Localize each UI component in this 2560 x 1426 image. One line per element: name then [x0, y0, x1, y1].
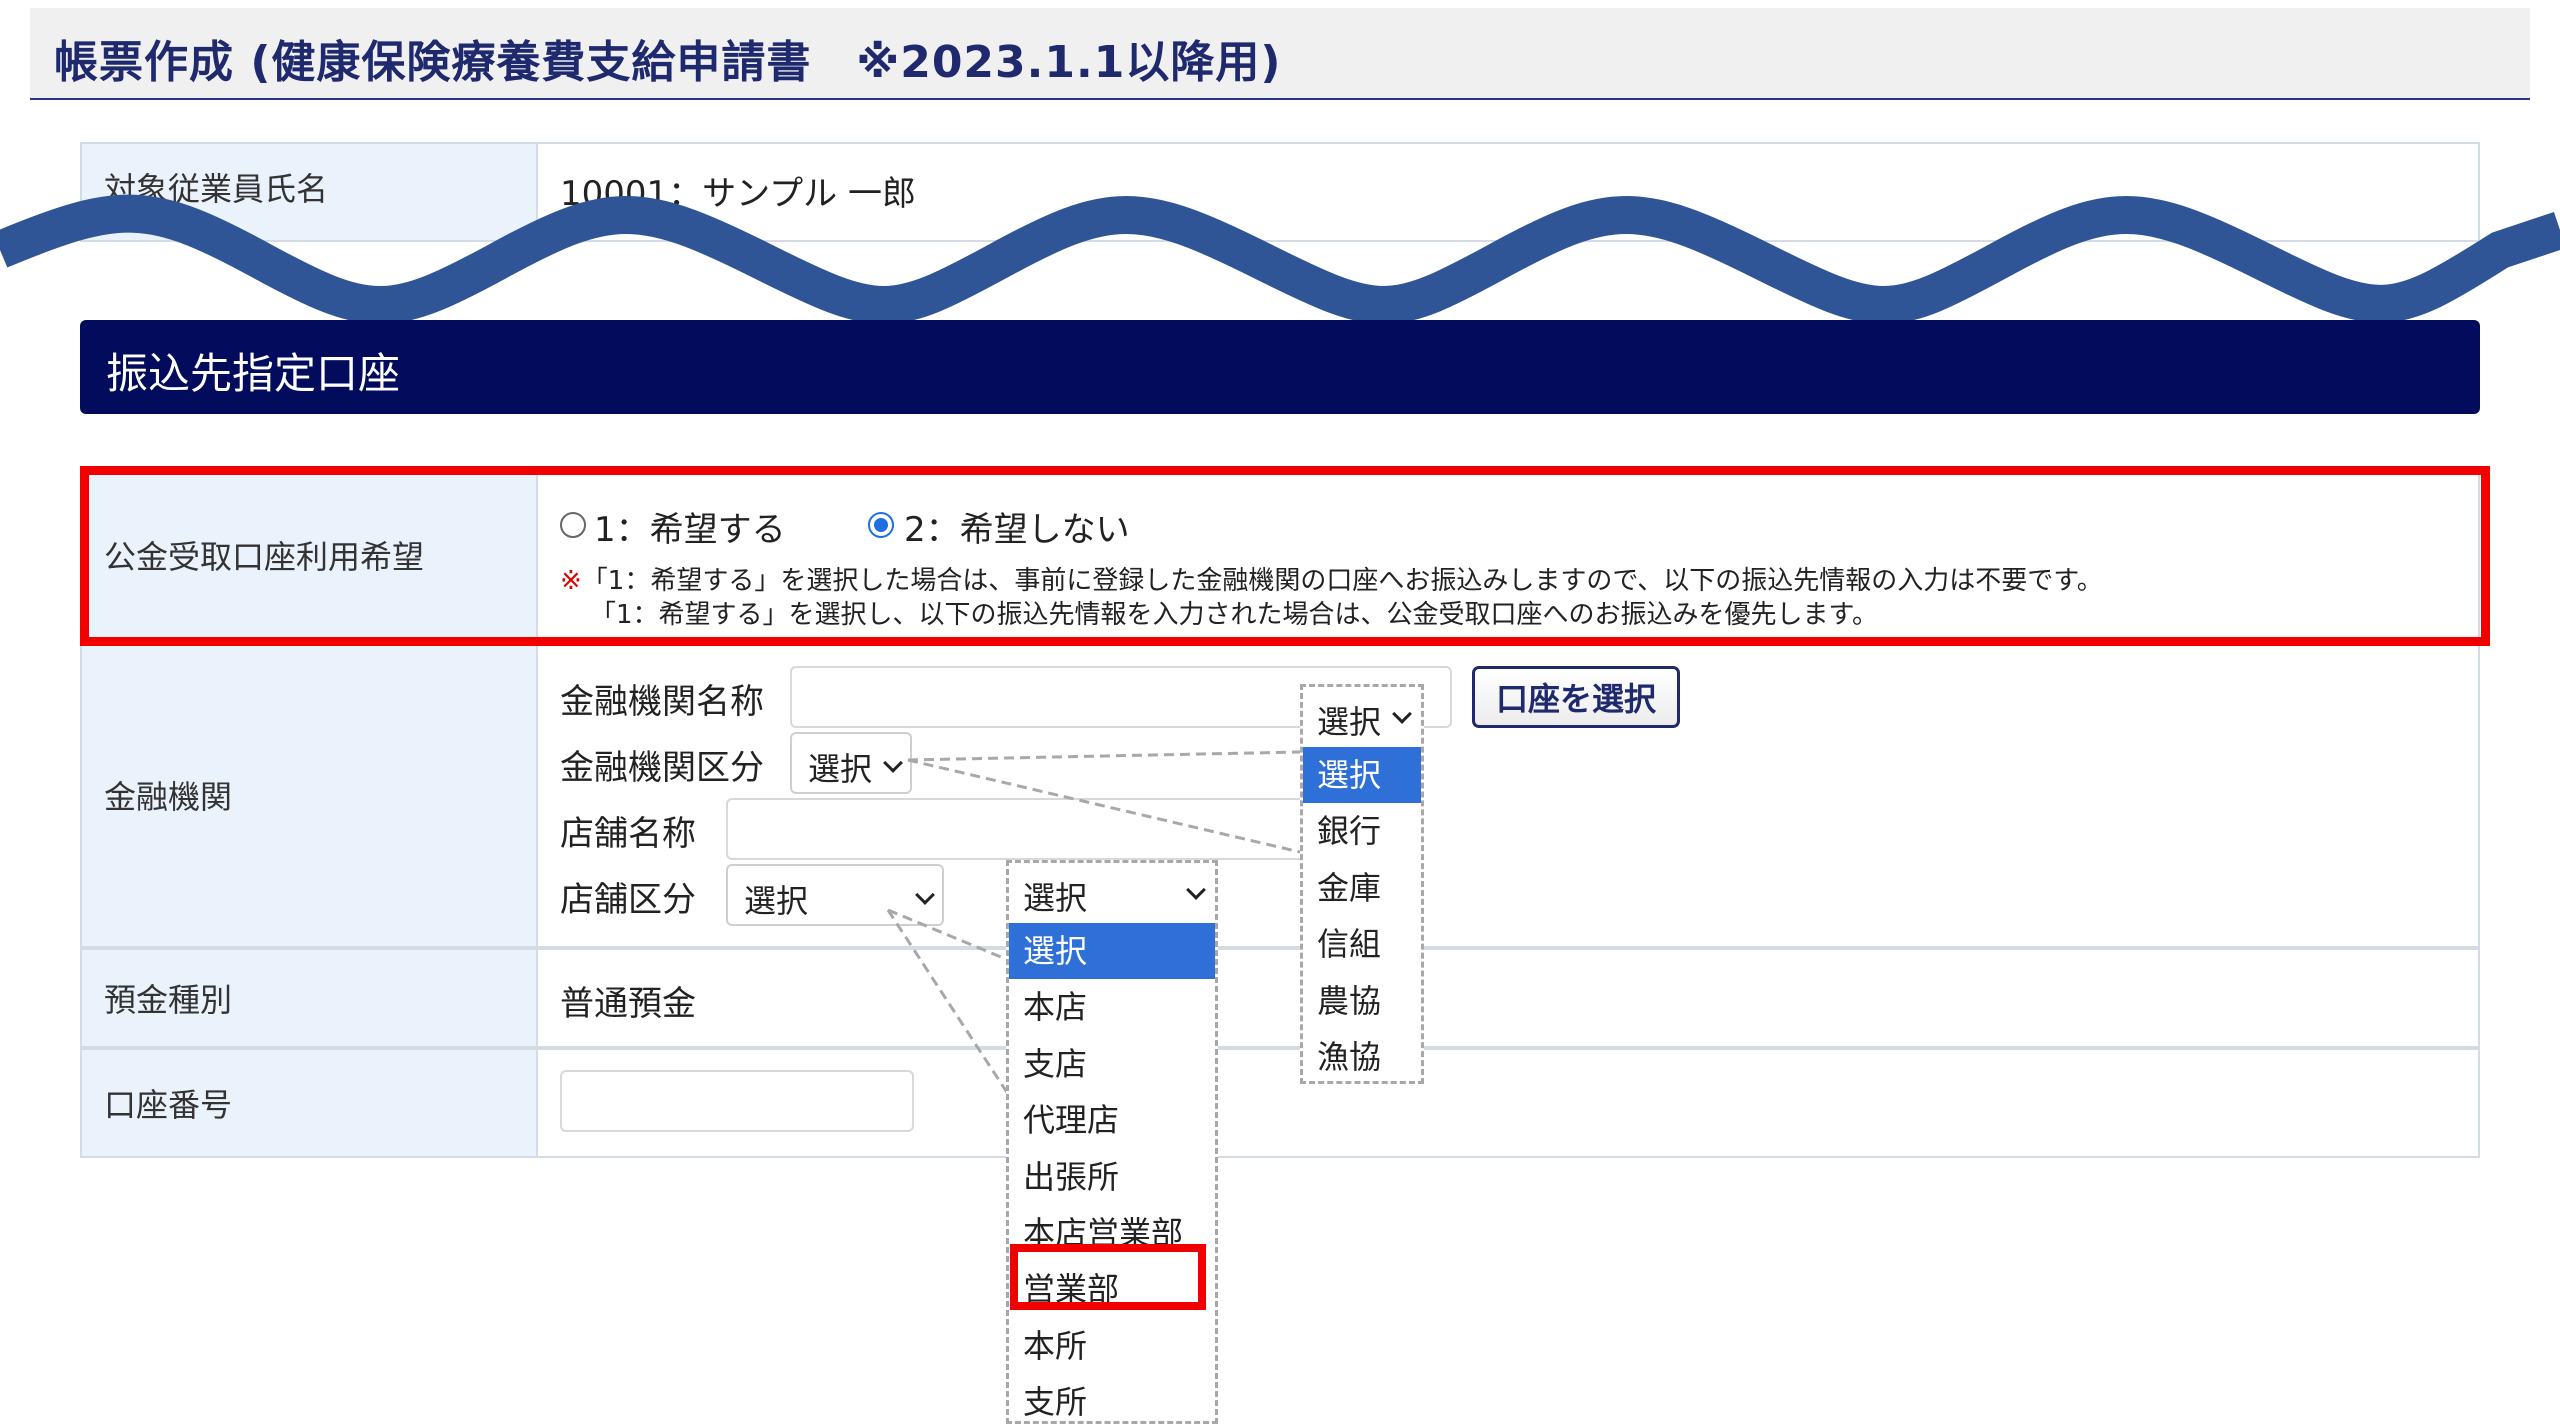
bank-name-label: 金融機関名称 [560, 682, 764, 722]
chevron-down-icon [883, 753, 903, 773]
branch-name-label: 店舗名称 [560, 814, 696, 854]
page-title: 帳票作成 (健康保険療養費支給申請書 ※2023.1.1以降用) [54, 37, 1282, 88]
account-number-input[interactable] [560, 1070, 914, 1132]
bank-type-select[interactable]: 選択 [790, 732, 912, 794]
bank-type-dropdown-head[interactable]: 選択 [1303, 687, 1421, 747]
wave-separator [0, 194, 2560, 320]
highlight-box-public-account [80, 466, 2490, 646]
branch-type-option[interactable]: 支所 [1009, 1374, 1215, 1426]
bank-label: 金融機関 [82, 644, 538, 946]
branch-type-option[interactable]: 選択 [1009, 923, 1215, 980]
bank-type-option[interactable]: 信組 [1303, 916, 1421, 972]
branch-type-dropdown-selected: 選択 [1023, 879, 1088, 917]
branch-type-dropdown: 選択 選択 本店 支店 代理店 出張所 本店営業部 営業部 本所 支所 [1006, 860, 1218, 1424]
bank-type-select-value: 選択 [808, 750, 873, 788]
bank-type-option[interactable]: 銀行 [1303, 803, 1421, 859]
branch-name-input[interactable] [726, 798, 1316, 860]
account-number-label: 口座番号 [82, 1050, 538, 1156]
branch-type-option[interactable]: 出張所 [1009, 1149, 1215, 1205]
branch-type-option[interactable]: 支店 [1009, 1036, 1215, 1092]
bank-type-option[interactable]: 金庫 [1303, 860, 1421, 916]
select-account-button[interactable]: 口座を選択 [1472, 666, 1680, 728]
branch-type-select[interactable]: 選択 [726, 864, 944, 926]
bank-type-dropdown-selected: 選択 [1317, 703, 1382, 741]
chevron-down-icon [1392, 704, 1412, 724]
deposit-value: 普通預金 [560, 984, 696, 1024]
branch-type-label: 店舗区分 [560, 880, 696, 920]
section-title: 振込先指定口座 [106, 349, 401, 398]
page-header: 帳票作成 (健康保険療養費支給申請書 ※2023.1.1以降用) [30, 8, 2530, 100]
bank-type-options: 選択 銀行 金庫 信組 農協 漁協 [1303, 747, 1421, 1085]
chevron-down-icon [1186, 880, 1206, 900]
branch-type-option[interactable]: 本店 [1009, 979, 1215, 1035]
branch-type-option[interactable]: 本所 [1009, 1318, 1215, 1374]
deposit-label: 預金種別 [82, 950, 538, 1046]
bank-type-option[interactable]: 漁協 [1303, 1029, 1421, 1085]
deposit-row: 預金種別 普通預金 [80, 948, 2480, 1048]
branch-type-option[interactable]: 代理店 [1009, 1092, 1215, 1148]
bank-type-label: 金融機関区分 [560, 748, 764, 788]
bank-type-option[interactable]: 選択 [1303, 747, 1421, 804]
branch-type-dropdown-head[interactable]: 選択 [1009, 863, 1215, 923]
bank-type-dropdown: 選択 選択 銀行 金庫 信組 農協 漁協 [1300, 684, 1424, 1084]
section-bar: 振込先指定口座 [80, 320, 2480, 414]
account-number-row: 口座番号 [80, 1048, 2480, 1158]
branch-type-select-value: 選択 [744, 882, 809, 920]
bank-type-option[interactable]: 農協 [1303, 973, 1421, 1029]
chevron-down-icon [915, 885, 935, 905]
highlight-box-sales-dept [1010, 1244, 1206, 1310]
branch-type-options: 選択 本店 支店 代理店 出張所 本店営業部 営業部 本所 支所 [1009, 923, 1215, 1426]
